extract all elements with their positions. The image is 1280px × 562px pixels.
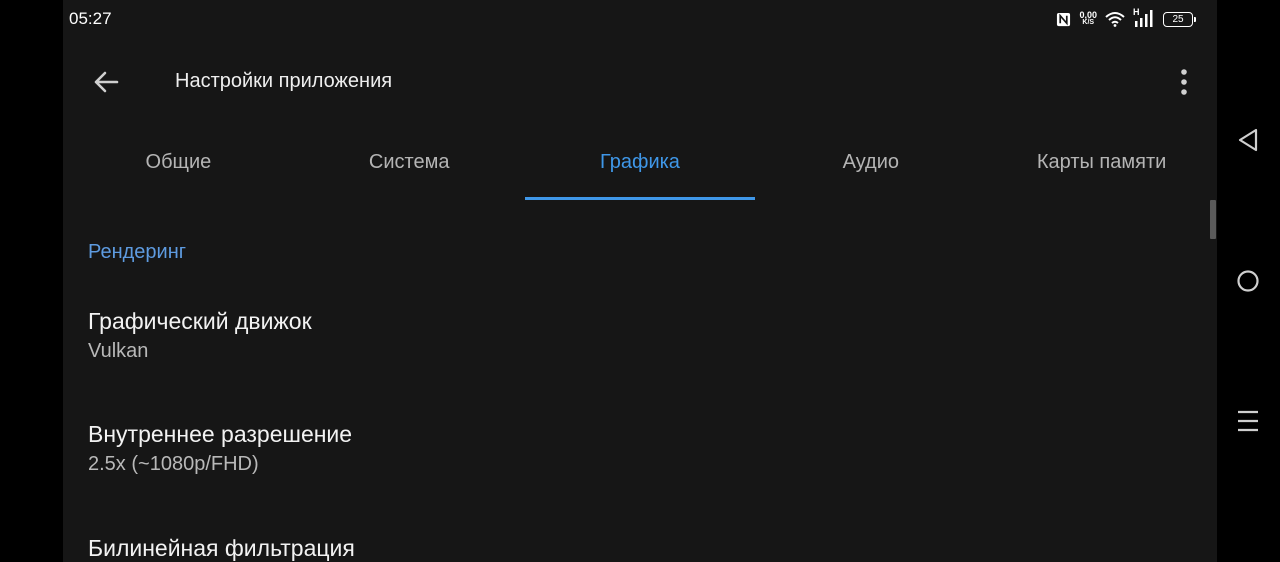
status-time: 05:27 bbox=[69, 9, 112, 28]
arrow-back-icon bbox=[94, 71, 119, 93]
more-vert-icon bbox=[1181, 69, 1187, 95]
net-speed-unit: K/S bbox=[1082, 19, 1095, 26]
setting-title: Графический движок bbox=[88, 308, 312, 334]
net-speed-value: 0,00 bbox=[1079, 10, 1097, 20]
setting-title: Внутреннее разрешение bbox=[88, 421, 353, 447]
battery-indicator: 25 bbox=[1163, 11, 1196, 27]
tab-graphics[interactable]: Графика bbox=[524, 126, 756, 200]
setting-value: Vulkan bbox=[88, 340, 149, 362]
status-icons: 0,00 K/S H 25 bbox=[1056, 7, 1196, 30]
wifi-icon bbox=[1105, 12, 1125, 27]
section-header-rendering: Рендеринг bbox=[88, 241, 187, 263]
setting-internal-resolution[interactable]: Внутреннее разрешение 2.5x (~1080p/FHD) bbox=[88, 420, 1188, 477]
page-title: Настройки приложения bbox=[175, 70, 393, 92]
circle-home-icon bbox=[1237, 270, 1259, 292]
setting-title: Билинейная фильтрация bbox=[88, 535, 355, 561]
menu-recents-icon bbox=[1238, 410, 1258, 432]
tab-memory-cards[interactable]: Карты памяти bbox=[986, 126, 1217, 200]
tab-system[interactable]: Система bbox=[294, 126, 525, 200]
settings-tabs: Общие Система Графика Аудио Карты памяти bbox=[63, 126, 1217, 200]
scrollbar-thumb[interactable] bbox=[1210, 200, 1216, 239]
setting-bilinear-filtering[interactable]: Билинейная фильтрация bbox=[88, 534, 1188, 562]
nav-home-button[interactable] bbox=[1233, 266, 1263, 296]
device-screen: 05:27 0,00 K/S H 25 Настройки приложения… bbox=[0, 0, 1280, 562]
cellular-signal-icon: H bbox=[1133, 7, 1155, 29]
tab-audio[interactable]: Аудио bbox=[755, 126, 986, 200]
tab-general[interactable]: Общие bbox=[63, 126, 294, 200]
back-button[interactable] bbox=[88, 64, 124, 100]
network-speed-indicator: 0,00 K/S bbox=[1079, 11, 1097, 27]
app-window: 05:27 0,00 K/S H 25 Настройки приложения… bbox=[63, 0, 1217, 562]
nav-recents-button[interactable] bbox=[1233, 406, 1263, 436]
more-options-button[interactable] bbox=[1169, 64, 1199, 100]
nfc-icon bbox=[1057, 12, 1071, 26]
nav-back-button[interactable] bbox=[1233, 125, 1263, 155]
triangle-back-icon bbox=[1238, 128, 1258, 152]
setting-value: 2.5x (~1080p/FHD) bbox=[88, 453, 259, 475]
setting-graphics-backend[interactable]: Графический движок Vulkan bbox=[88, 307, 1188, 364]
system-navigation-bar bbox=[1217, 0, 1280, 562]
